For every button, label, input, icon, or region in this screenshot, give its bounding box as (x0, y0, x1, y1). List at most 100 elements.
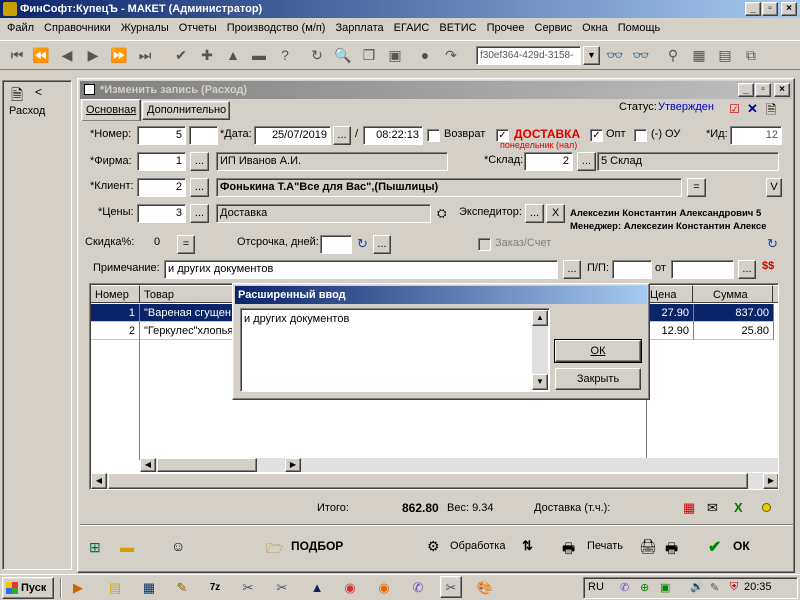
number-suffix-field[interactable] (189, 126, 218, 145)
client-code-field[interactable]: 2 (137, 178, 186, 197)
confirm-icon[interactable]: ✔ (170, 44, 192, 66)
from-select-button[interactable]: ... (738, 260, 756, 279)
window-icon[interactable]: ▤ (714, 44, 736, 66)
binoculars-next-icon[interactable]: 👓 (630, 44, 652, 66)
guid-combo[interactable]: f30ef364-429d-3158- (476, 46, 581, 65)
note-expand-button[interactable]: ... (563, 260, 581, 279)
calc-icon[interactable]: ▦ (688, 44, 710, 66)
filter-icon[interactable]: ⚲ (662, 44, 684, 66)
start-button[interactable]: Пуск (2, 577, 54, 599)
dialog-ok-button[interactable]: ОК (554, 339, 642, 363)
network-tray-icon[interactable]: ⊕ (640, 581, 649, 594)
calc-app-icon[interactable]: ▦ (138, 577, 160, 599)
menu-item-10[interactable]: Окна (577, 19, 613, 37)
status-doc-icon[interactable]: 🗎 (766, 101, 776, 123)
tool-app-icon[interactable]: ✂ (237, 577, 259, 599)
mail-add-icon[interactable]: ✉ (707, 500, 718, 516)
menu-item-4[interactable]: Производство (м/п) (222, 19, 331, 37)
menu-item-9[interactable]: Сервис (530, 19, 578, 37)
archive-app-icon[interactable]: 7z (204, 577, 226, 599)
redo-icon[interactable]: ↷ (440, 44, 462, 66)
id-field[interactable]: 12 (730, 126, 782, 145)
explorer-icon[interactable]: ▤ (104, 577, 126, 599)
paint-app-icon[interactable]: 🎨 (474, 577, 496, 599)
media-player-icon[interactable]: ▶ (67, 577, 89, 599)
delay-field[interactable] (320, 235, 352, 254)
firefox-icon[interactable]: ◉ (373, 577, 395, 599)
grid-header-price[interactable]: Цена (646, 285, 693, 303)
podbor-button[interactable]: ПОДБОР (291, 537, 343, 556)
menu-item-3[interactable]: Отчеты (174, 19, 222, 37)
processing-button[interactable]: Обработка (450, 537, 505, 556)
sort-icon[interactable]: ⇅ (522, 538, 533, 554)
grid-scrollbar[interactable]: ◀ ▶ (91, 473, 778, 489)
viber-tray-icon[interactable]: ✆ (620, 581, 629, 594)
dialog-scrollbar[interactable]: ▲ ▼ (532, 310, 548, 390)
side-label[interactable]: Расход (9, 105, 45, 117)
remove-icon[interactable]: ▬ (248, 44, 270, 66)
delay-select-button[interactable]: ... (373, 235, 391, 254)
viber-icon[interactable]: ✆ (407, 577, 429, 599)
user-icon[interactable]: ☺ (171, 538, 185, 554)
windows-icon[interactable]: ⧉ (740, 44, 762, 66)
dialog-scroll-up-button[interactable]: ▲ (532, 310, 548, 326)
date-picker-button[interactable]: ... (333, 126, 351, 145)
menu-item-0[interactable]: Файл (2, 19, 39, 37)
grid-scroll-thumb[interactable] (108, 473, 748, 489)
forwarder-select-button[interactable]: ... (525, 204, 544, 223)
menu-item-1[interactable]: Справочники (39, 19, 116, 37)
doc-maximize-button[interactable]: ▫ (755, 83, 771, 97)
ou-checkbox[interactable] (634, 129, 647, 142)
ok-button[interactable]: ОК (733, 537, 750, 556)
order-checkbox[interactable] (478, 238, 491, 251)
binoculars-icon[interactable]: 👓 (604, 44, 626, 66)
from-field[interactable] (671, 260, 734, 279)
menu-item-6[interactable]: ЕГАИС (389, 19, 435, 37)
tool2-app-icon[interactable]: ✂ (271, 577, 293, 599)
dialog-close-button[interactable]: Закрыть (555, 368, 641, 390)
copy-icon[interactable]: ❐ (358, 44, 380, 66)
shield-tray-icon[interactable]: ⛨ (730, 581, 738, 594)
printer-settings-icon[interactable]: 🖨 (639, 538, 657, 555)
scroll-left-button[interactable]: ◀ (140, 458, 156, 472)
delay-refresh-icon[interactable]: ↻ (357, 236, 368, 252)
menu-item-8[interactable]: Прочее (482, 19, 530, 37)
add-icon[interactable]: ✚ (196, 44, 218, 66)
client-v-button[interactable]: V (766, 178, 782, 197)
warehouse-select-button[interactable]: ... (577, 152, 596, 171)
grid-scroll-left-button[interactable]: ◀ (91, 473, 107, 489)
last-record-icon[interactable]: ⏭ (134, 44, 156, 66)
app-tray-icon[interactable]: ▣ (660, 581, 670, 594)
active-app-icon[interactable]: ✂ (440, 576, 462, 598)
menu-item-11[interactable]: Помощь (613, 19, 666, 37)
help-icon[interactable]: ? (274, 44, 296, 66)
stop-icon[interactable]: ● (414, 44, 436, 66)
status-cancel-icon[interactable]: ✕ (747, 101, 758, 117)
new-doc-icon[interactable]: ⊞ (89, 539, 101, 556)
grid-header-num[interactable]: Номер (91, 285, 140, 303)
folder-icon[interactable]: ▬ (120, 539, 134, 555)
up-icon[interactable]: ▲ (222, 44, 244, 66)
tab-additional[interactable]: Дополнительно (142, 101, 230, 120)
close-button[interactable]: × (781, 2, 797, 16)
client-select-button[interactable]: ... (190, 178, 209, 197)
language-indicator[interactable]: RU (588, 581, 604, 593)
notes-app-icon[interactable]: ✎ (171, 577, 193, 599)
maximize-button[interactable]: ▫ (762, 2, 778, 16)
tab-main[interactable]: Основная (81, 99, 141, 121)
warehouse-code-field[interactable]: 2 (524, 152, 573, 171)
first-record-icon[interactable]: ⏮ (6, 44, 28, 66)
opt-checkbox[interactable]: ✓ (590, 129, 603, 142)
price-code-field[interactable]: 3 (137, 204, 186, 223)
return-checkbox[interactable] (427, 129, 440, 142)
volume-tray-icon[interactable]: 🔊 (690, 580, 704, 593)
pen-tray-icon[interactable]: ✎ (710, 581, 719, 594)
pp-field[interactable] (612, 260, 652, 279)
next-record-icon[interactable]: ▶ (82, 44, 104, 66)
grid-header-sum[interactable]: Сумма (693, 285, 773, 303)
back-arrow[interactable]: < (35, 85, 42, 99)
next-page-icon[interactable]: ⏩ (108, 44, 130, 66)
firm-code-field[interactable]: 1 (137, 152, 186, 171)
excel-icon[interactable]: X (734, 500, 743, 515)
time-field[interactable]: 08:22:13 (363, 126, 423, 145)
